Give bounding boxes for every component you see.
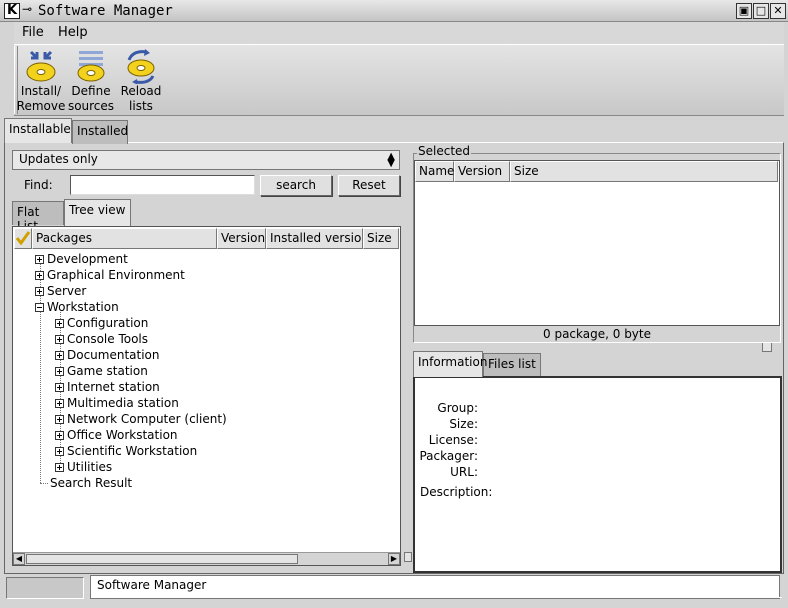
tree-item-multimedia-station[interactable]: Multimedia station (55, 395, 179, 411)
expand-icon[interactable] (55, 335, 64, 344)
filter-select[interactable]: Updates only ▲ ▼ (12, 150, 400, 170)
expand-icon[interactable] (55, 383, 64, 392)
info-group-label: Group: (437, 401, 478, 415)
menu-bar (14, 22, 784, 44)
install-label-1: Install/ (20, 84, 62, 98)
expand-icon[interactable] (55, 367, 64, 376)
menu-help[interactable]: Help (58, 25, 88, 40)
expand-icon[interactable] (55, 431, 64, 440)
scrollbar-thumb[interactable] (26, 554, 298, 564)
find-input[interactable] (70, 175, 255, 195)
tree-item-graphical-environment[interactable]: Graphical Environment (35, 267, 185, 283)
window-title: Software Manager (38, 3, 173, 19)
horizontal-splitter-handle[interactable] (762, 342, 772, 352)
collapse-icon[interactable] (35, 303, 44, 312)
menu-file[interactable]: File (22, 25, 44, 40)
status-text: Software Manager (90, 575, 780, 599)
scroll-left-icon[interactable]: ◀ (13, 553, 25, 565)
reset-button[interactable]: Reset (338, 175, 400, 196)
col-version[interactable]: Version (217, 228, 266, 249)
info-size-label: Size: (449, 417, 478, 431)
expand-icon[interactable] (55, 399, 64, 408)
reload-label-1: Reload (120, 84, 162, 98)
reload-label-2: lists (129, 99, 153, 113)
install-disk-icon (26, 50, 56, 82)
tree-item-network-computer[interactable]: Network Computer (client) (55, 411, 227, 427)
info-url-label: URL: (450, 465, 478, 479)
tree-item-search-result[interactable]: Search Result (50, 475, 132, 491)
info-packager-label: Packager: (419, 449, 478, 463)
tree-item-scientific-workstation[interactable]: Scientific Workstation (55, 443, 197, 459)
sel-col-size[interactable]: Size (510, 161, 778, 182)
tree-item-internet-station[interactable]: Internet station (55, 379, 160, 395)
install-label-2: Remove (16, 99, 66, 113)
selected-list[interactable] (414, 160, 780, 326)
sources-disk-icon (77, 51, 105, 82)
tree-item-console-tools[interactable]: Console Tools (55, 331, 148, 347)
sel-col-name[interactable]: Name (415, 161, 454, 182)
tab-files-list[interactable]: Files list (483, 353, 541, 377)
maximize-button[interactable]: □ (753, 3, 769, 19)
selection-summary: 0 package, 0 byte (543, 327, 651, 341)
info-license-label: License: (428, 433, 478, 447)
col-size[interactable]: Size (363, 228, 399, 249)
expand-icon[interactable] (35, 287, 44, 296)
expand-icon[interactable] (55, 447, 64, 456)
tree-item-development[interactable]: Development (35, 251, 128, 267)
resize-grip-icon[interactable] (770, 597, 782, 607)
checkmark-icon (15, 231, 31, 246)
find-label: Find: (24, 178, 53, 192)
col-installed-version[interactable]: Installed version (266, 228, 363, 249)
col-packages[interactable]: Packages (32, 228, 217, 249)
selected-legend: Selected (417, 144, 472, 158)
pin-icon[interactable]: ⊸ (22, 2, 32, 16)
install-remove-button[interactable]: Install/ Remove (14, 48, 68, 114)
tree-line (40, 483, 48, 484)
updown-arrow-icon: ▲ ▼ (387, 151, 395, 169)
tree-item-office-workstation[interactable]: Office Workstation (55, 427, 178, 443)
define-label-1: Define (71, 84, 111, 98)
filter-selected-value: Updates only (19, 152, 98, 166)
app-k-icon[interactable]: K (4, 3, 20, 19)
sel-col-version[interactable]: Version (454, 161, 510, 182)
tab-flat-list[interactable]: Flat List (12, 201, 64, 233)
vertical-splitter-handle[interactable] (404, 552, 412, 562)
tab-information[interactable]: Information (413, 351, 487, 377)
scroll-right-icon[interactable]: ▶ (388, 553, 400, 565)
info-description-label: Description: (420, 485, 493, 499)
expand-icon[interactable] (35, 255, 44, 264)
progress-area (6, 577, 84, 599)
tree-item-workstation[interactable]: Workstation (35, 299, 119, 315)
tree-item-game-station[interactable]: Game station (55, 363, 148, 379)
tree-item-documentation[interactable]: Documentation (55, 347, 160, 363)
expand-icon[interactable] (55, 463, 64, 472)
tree-item-utilities[interactable]: Utilities (55, 459, 112, 475)
search-button[interactable]: search (260, 175, 332, 196)
select-column-header[interactable] (14, 228, 32, 249)
reload-lists-button[interactable]: Reload lists (114, 48, 168, 114)
expand-icon[interactable] (35, 271, 44, 280)
reload-disk-icon (127, 49, 155, 84)
expand-icon[interactable] (55, 415, 64, 424)
define-sources-button[interactable]: Define sources (64, 48, 118, 114)
tab-installed[interactable]: Installed (72, 120, 128, 144)
tree-item-configuration[interactable]: Configuration (55, 315, 148, 331)
minimize-button[interactable]: ▣ (736, 3, 752, 19)
tab-installable[interactable]: Installable (4, 118, 72, 143)
expand-icon[interactable] (55, 351, 64, 360)
expand-icon[interactable] (55, 319, 64, 328)
tree-item-server[interactable]: Server (35, 283, 86, 299)
close-button[interactable]: ✕ (770, 3, 786, 19)
tab-tree-view[interactable]: Tree view (64, 199, 131, 226)
define-label-2: sources (67, 99, 115, 113)
